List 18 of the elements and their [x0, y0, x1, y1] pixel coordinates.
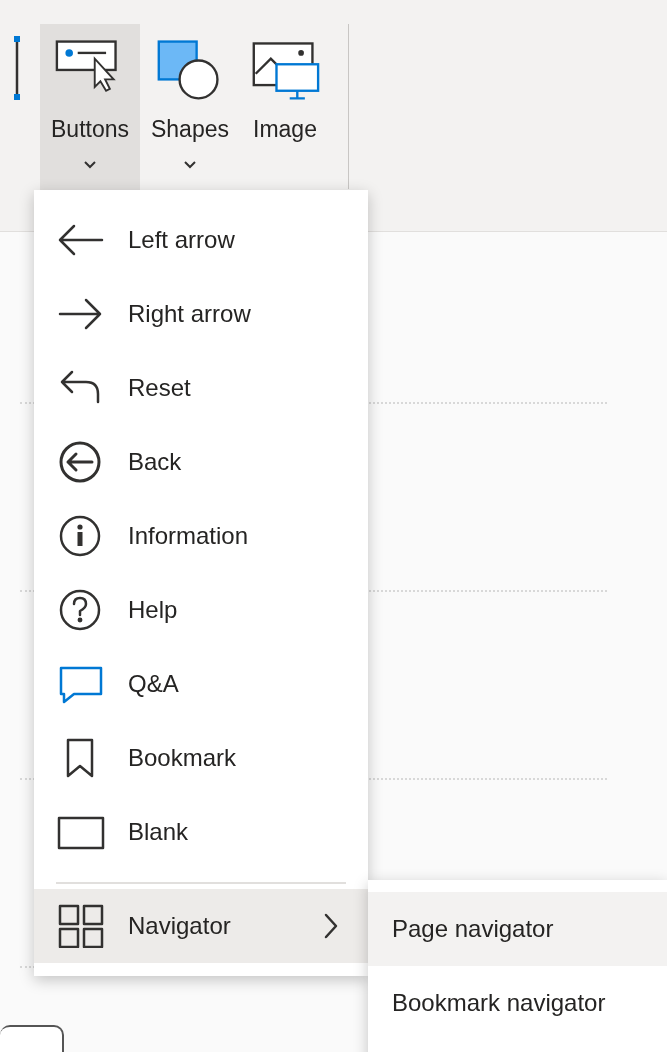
menu-item[interactable]: Navigator	[34, 889, 368, 963]
menu-item[interactable]: Right arrow	[34, 277, 368, 351]
chevron-right-icon	[324, 913, 338, 939]
menu-item[interactable]: Bookmark	[34, 721, 368, 795]
menu-item[interactable]: Information	[34, 499, 368, 573]
menu-item[interactable]: Reset	[34, 351, 368, 425]
ribbon-button[interactable]: Image	[240, 24, 330, 192]
submenu-item[interactable]: Page navigator	[368, 892, 667, 966]
grid-icon	[56, 904, 106, 948]
menu-item[interactable]: Blank	[34, 795, 368, 869]
selection-handle-icon	[14, 36, 22, 100]
ribbon-button[interactable]: Buttons	[40, 24, 140, 192]
submenu-item[interactable]: Bookmark navigator	[368, 966, 667, 1040]
menu-item[interactable]: Left arrow	[34, 203, 368, 277]
menu-item[interactable]: Help	[34, 573, 368, 647]
menu-item[interactable]: Q&A	[34, 647, 368, 721]
menu-item[interactable]: Back	[34, 425, 368, 499]
ribbon-button[interactable]: Shapes	[144, 24, 236, 192]
